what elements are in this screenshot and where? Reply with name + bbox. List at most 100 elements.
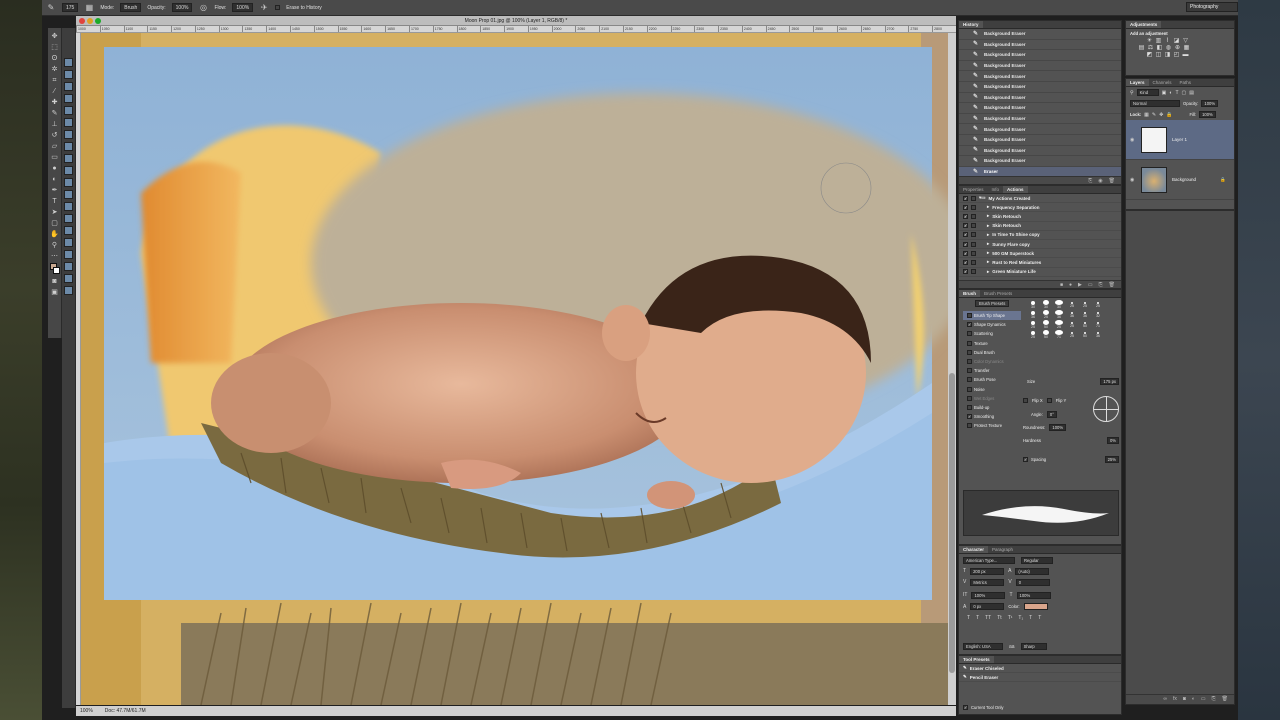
text-style-button[interactable]: T <box>976 615 979 621</box>
trash-icon[interactable]: 🗑 <box>1109 177 1115 184</box>
filter-type-icon[interactable]: T <box>1175 90 1178 96</box>
brush-option-row[interactable]: Brush Pose <box>963 375 1021 384</box>
action-check[interactable]: ✓ <box>963 232 968 238</box>
dialog-toggle[interactable] <box>971 223 976 229</box>
text-style-button[interactable]: T¹ <box>1008 615 1013 621</box>
dialog-toggle[interactable] <box>971 259 976 265</box>
brush-tip[interactable]: 25 <box>1040 310 1052 319</box>
brush-option-row[interactable]: Build-up <box>963 403 1021 412</box>
brush-tip[interactable]: 25 <box>1066 320 1078 329</box>
tab-adjustments[interactable]: Adjustments <box>1126 21 1162 28</box>
brush-option-checkbox[interactable] <box>967 386 972 392</box>
screen-mode-icon[interactable]: ▣ <box>50 288 60 297</box>
text-style-button[interactable]: Tt <box>997 615 1001 621</box>
panel-icon[interactable] <box>64 82 73 91</box>
layer-row[interactable]: ◉ Layer 1 <box>1126 120 1234 161</box>
airbrush-icon[interactable]: ✈ <box>259 3 269 13</box>
play-icon[interactable]: ▶ <box>1078 281 1082 288</box>
text-style-button[interactable]: T <box>967 615 970 621</box>
action-item[interactable]: ✓ ▸ Skin Retouch <box>959 222 1121 231</box>
brush-option-row[interactable]: Transfer <box>963 366 1021 375</box>
action-set-row[interactable]: ✓ ▾▭ My Actions Created <box>959 194 1121 204</box>
brush-tip[interactable]: 50 <box>1040 320 1052 329</box>
hue-sat-icon[interactable]: ▤ <box>1138 45 1145 52</box>
dialog-toggle[interactable] <box>971 195 976 201</box>
flip-y-checkbox[interactable] <box>1046 398 1052 404</box>
action-check[interactable]: ✓ <box>963 259 968 265</box>
brush-option-checkbox[interactable] <box>967 331 972 337</box>
trash-icon[interactable]: 🗑 <box>1222 695 1228 704</box>
layer-name[interactable]: Layer 1 <box>1172 137 1187 142</box>
brush-tip[interactable]: 50 <box>1079 320 1091 329</box>
history-item[interactable]: ✎ Background Eraser <box>959 61 1121 72</box>
antialias-select[interactable]: Sharp <box>1020 643 1047 650</box>
brush-tip[interactable]: 25 <box>1092 300 1104 309</box>
text-style-button[interactable]: TT <box>985 615 991 621</box>
kerning-field[interactable]: Metrics <box>970 579 1005 586</box>
brush-option-checkbox[interactable] <box>967 359 972 365</box>
panel-icon[interactable] <box>64 274 73 283</box>
expand-arrow-icon[interactable]: ▸ <box>987 250 989 256</box>
shape-tool-icon[interactable]: ▢ <box>50 219 60 228</box>
dialog-toggle[interactable] <box>971 232 976 238</box>
hardness-field[interactable]: 0% <box>1106 437 1119 445</box>
mode-select[interactable]: Brush <box>120 3 142 12</box>
workspace-switcher[interactable]: Photography <box>1186 2 1238 12</box>
new-layer-icon[interactable]: ⎘ <box>1212 695 1216 704</box>
brush-option-row[interactable]: Noise <box>963 385 1021 394</box>
tab-paragraph[interactable]: Paragraph <box>988 546 1017 553</box>
history-item[interactable]: ✎ Background Eraser <box>959 156 1121 167</box>
expand-arrow-icon[interactable]: ▸ <box>987 223 989 229</box>
font-family-select[interactable]: American Type... <box>963 557 1015 564</box>
text-style-button[interactable]: T <box>1038 615 1041 621</box>
preset-item[interactable]: ✎ Pencil Eraser <box>959 673 1121 683</box>
brush-size-picker[interactable]: 175 <box>62 3 79 12</box>
brush-option-checkbox[interactable] <box>967 313 972 319</box>
text-style-button[interactable]: T₁ <box>1018 615 1023 621</box>
tab-tool-presets[interactable]: Tool Presets <box>959 656 994 663</box>
zoom-window-icon[interactable] <box>95 18 101 24</box>
tab-info[interactable]: Info <box>988 186 1004 193</box>
expand-arrow-icon[interactable]: ▸ <box>987 269 989 275</box>
brush-option-checkbox[interactable]: ✓ <box>967 322 972 328</box>
adjustment-layer-icon[interactable]: ◐ <box>1192 695 1195 704</box>
visibility-eye-icon[interactable]: ◉ <box>1130 177 1136 183</box>
roundness-field[interactable]: 100% <box>1049 424 1067 432</box>
brush-option-checkbox[interactable] <box>967 423 972 429</box>
document-canvas[interactable] <box>81 33 956 705</box>
channel-mixer-icon[interactable]: ⊕ <box>1174 45 1181 52</box>
brush-tip[interactable]: 32 <box>1092 310 1104 319</box>
brush-tip[interactable]: 25 <box>1053 320 1065 329</box>
brush-tip[interactable]: 25 <box>1079 300 1091 309</box>
angle-field[interactable]: 0° <box>1046 411 1057 419</box>
dialog-toggle[interactable] <box>971 250 976 256</box>
levels-icon[interactable]: ▥ <box>1155 38 1162 45</box>
current-tool-only-checkbox[interactable]: ✓ <box>963 704 968 710</box>
brush-option-checkbox[interactable] <box>967 368 972 374</box>
panel-icon[interactable] <box>64 70 73 79</box>
scrollbar-thumb[interactable] <box>949 373 955 673</box>
minimize-window-icon[interactable] <box>87 18 93 24</box>
pen-tool-icon[interactable]: ✒ <box>50 186 60 195</box>
action-check[interactable]: ✓ <box>963 269 968 275</box>
lock-all-icon[interactable]: 🔒 <box>1166 112 1172 118</box>
selective-color-icon[interactable]: ◰ <box>1173 52 1180 59</box>
layer-row[interactable]: ◉ Background 🔒 <box>1126 160 1234 201</box>
brush-tip[interactable]: 25 <box>1066 300 1078 309</box>
dialog-toggle[interactable] <box>971 204 976 210</box>
expand-arrow-icon[interactable]: ▸ <box>987 204 989 210</box>
action-check[interactable]: ✓ <box>963 213 968 219</box>
healing-tool-icon[interactable]: ✚ <box>50 98 60 107</box>
panel-icon[interactable] <box>64 214 73 223</box>
layer-kind-select[interactable]: Kind <box>1136 89 1159 96</box>
hscale-field[interactable]: 100% <box>1016 592 1051 599</box>
stop-icon[interactable]: ■ <box>1060 281 1063 288</box>
tab-paths[interactable]: Paths <box>1176 79 1196 86</box>
blur-tool-icon[interactable]: ● <box>50 164 60 173</box>
action-item[interactable]: ✓ ▸ Sunny Flare copy <box>959 240 1121 250</box>
brush-panel-toggle-icon[interactable]: ▦ <box>84 3 94 13</box>
brush-option-row[interactable]: Color Dynamics <box>963 357 1021 366</box>
dialog-toggle[interactable] <box>971 269 976 275</box>
gradient-tool-icon[interactable]: ▭ <box>50 153 60 162</box>
panel-icon[interactable] <box>64 238 73 247</box>
